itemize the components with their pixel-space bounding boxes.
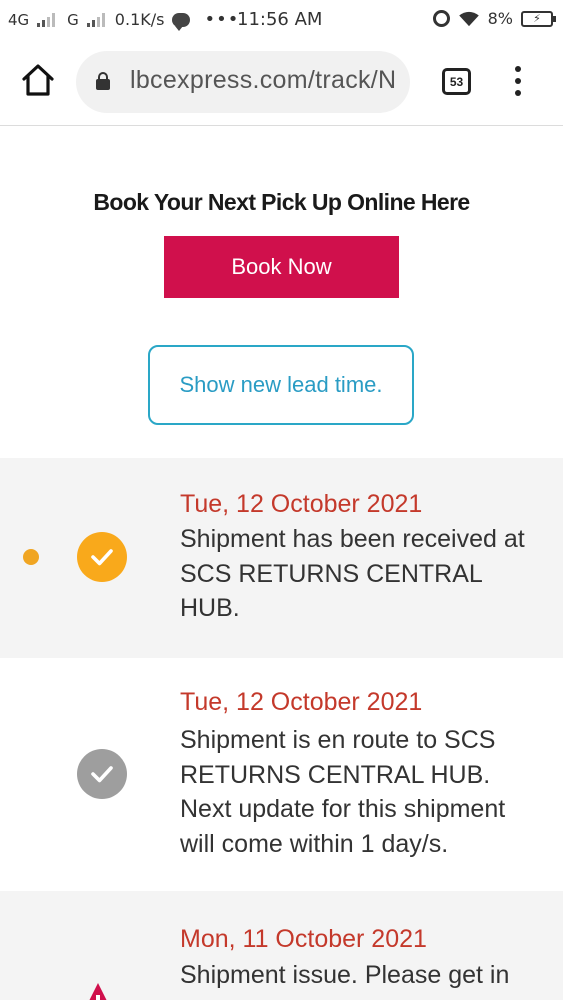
check-icon [77, 749, 127, 799]
url-text[interactable]: lbcexpress.com/track/N [130, 66, 400, 95]
status-left: 4G G 0.1K/s ••• [8, 9, 240, 31]
battery-percent: 8% [487, 9, 513, 28]
battery-icon: ⚡ [521, 10, 556, 27]
lock-icon [96, 72, 110, 90]
network-type-1: 4G [8, 10, 30, 29]
timeline-date: Mon, 11 October 2021 [180, 925, 427, 953]
status-right: 8% ⚡ [432, 9, 556, 28]
browser-toolbar: lbcexpress.com/track/N 53 [0, 40, 563, 126]
tabs-icon[interactable]: 53 [442, 68, 471, 95]
more-notifications-icon: ••• [204, 9, 240, 30]
signal-icon [86, 12, 105, 27]
warning-icon [89, 983, 107, 1000]
book-heading: Book Your Next Pick Up Online Here [93, 189, 470, 215]
timeline-message: Shipment has been received at SCS RETURN… [180, 525, 525, 622]
more-menu-icon[interactable] [513, 66, 523, 96]
timeline-message: Shipment is en route to SCS RETURNS CENT… [180, 726, 506, 858]
book-now-button[interactable]: Book Now [164, 236, 399, 298]
timeline-date: Tue, 12 October 2021 [180, 490, 423, 518]
chat-icon [172, 12, 191, 31]
alarm-icon [432, 10, 450, 27]
timeline-date: Tue, 12 October 2021 [180, 688, 423, 716]
signal-icon [37, 12, 56, 27]
check-icon [77, 532, 127, 582]
status-bar: 4G G 0.1K/s ••• 11:56 AM 8% ⚡ [0, 0, 563, 40]
wifi-icon [458, 11, 479, 26]
timeline-item: Tue, 12 October 2021 Shipment has been r… [0, 458, 563, 658]
network-speed: 0.1K/s [114, 10, 165, 29]
current-status-dot [23, 549, 39, 565]
address-bar[interactable]: lbcexpress.com/track/N [76, 51, 410, 113]
timeline-item: Tue, 12 October 2021 Shipment is en rout… [0, 658, 563, 891]
timeline-message: Shipment issue. Please get in [180, 961, 510, 989]
home-icon[interactable] [20, 62, 56, 98]
clock: 11:56 AM [237, 9, 323, 30]
timeline-item: Mon, 11 October 2021 Shipment issue. Ple… [0, 891, 563, 1000]
network-type-2: G [67, 10, 79, 29]
show-lead-time-button[interactable]: Show new lead time. [148, 345, 414, 425]
